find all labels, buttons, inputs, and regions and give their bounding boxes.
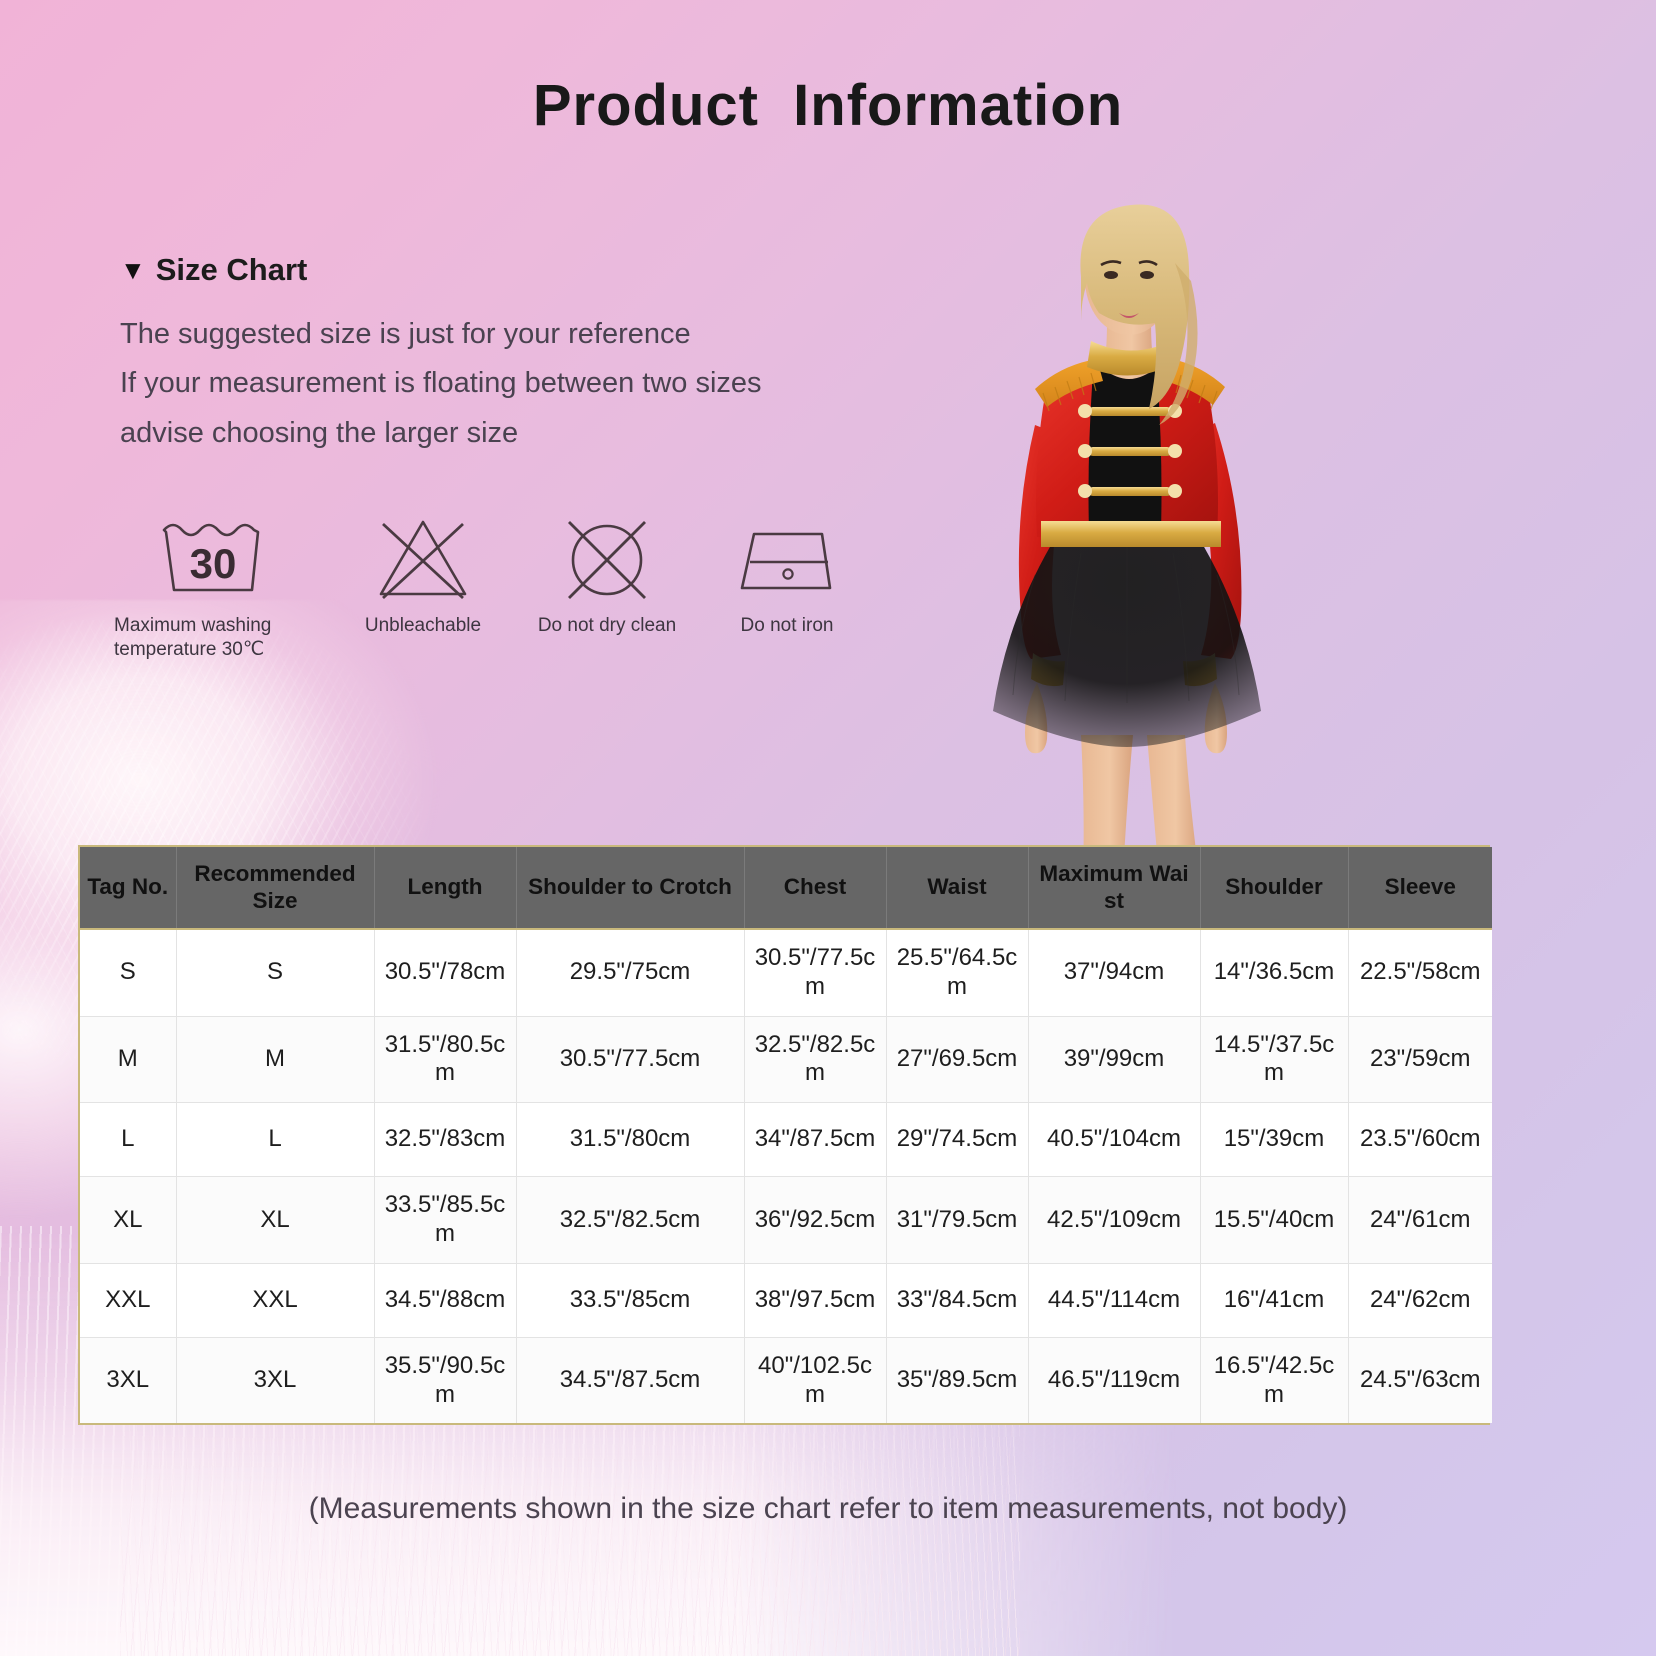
cell-recommended-size: XXL	[176, 1263, 375, 1338]
product-model-image	[885, 175, 1365, 875]
column-header-length: Length	[374, 847, 517, 931]
cell-sleeve: 24.5"/63cm	[1348, 1337, 1492, 1424]
column-header-recommended-size: Recommended Size	[176, 847, 375, 931]
column-header-chest: Chest	[744, 847, 887, 931]
cell-maximum-waist: 37"/94cm	[1028, 929, 1201, 1017]
cell-waist: 29"/74.5cm	[886, 1102, 1029, 1178]
cell-shoulder: 16.5"/42.5cm	[1200, 1337, 1349, 1424]
cell-shoulder: 15.5"/40cm	[1200, 1176, 1349, 1264]
cell-recommended-size: S	[176, 929, 375, 1017]
size-chart-note-2: If your measurement is floating between …	[120, 367, 762, 400]
table-row: XL XL 33.5"/85.5cm 32.5"/82.5cm 36"/92.5…	[80, 1176, 1492, 1264]
cell-waist: 35"/89.5cm	[886, 1337, 1029, 1424]
cell-chest: 32.5"/82.5cm	[744, 1016, 887, 1104]
cell-recommended-size: M	[176, 1016, 375, 1104]
cell-shoulder: 14.5"/37.5cm	[1200, 1016, 1349, 1104]
cell-sleeve: 22.5"/58cm	[1348, 929, 1492, 1017]
cell-chest: 34"/87.5cm	[744, 1102, 887, 1178]
column-header-shoulder-to-crotch: Shoulder to Crotch	[516, 847, 745, 931]
no-iron-icon	[732, 508, 842, 604]
cell-tag-no: L	[80, 1102, 177, 1178]
care-symbol-max-wash-temp: 30 Maximum washing temperature 30℃	[114, 508, 306, 662]
no-dry-clean-circle-icon	[555, 508, 659, 604]
cell-length: 35.5"/90.5cm	[374, 1337, 517, 1424]
table-header-row: Tag No. Recommended Size Length Shoulder…	[80, 847, 1492, 931]
cell-sleeve: 23.5"/60cm	[1348, 1102, 1492, 1178]
cell-shoulder-to-crotch: 32.5"/82.5cm	[516, 1176, 745, 1264]
measurements-footnote: (Measurements shown in the size chart re…	[308, 1492, 1348, 1525]
care-symbol-label: Do not iron	[740, 615, 834, 636]
chevron-down-icon[interactable]: ▼	[120, 257, 146, 283]
cell-shoulder-to-crotch: 29.5"/75cm	[516, 929, 745, 1017]
cell-shoulder-to-crotch: 33.5"/85cm	[516, 1263, 745, 1338]
cell-shoulder: 16"/41cm	[1200, 1263, 1349, 1338]
size-chart-heading[interactable]: ▼ Size Chart	[120, 252, 880, 288]
cell-tag-no: XL	[80, 1176, 177, 1264]
cell-waist: 25.5"/64.5cm	[886, 929, 1029, 1017]
cell-maximum-waist: 46.5"/119cm	[1028, 1337, 1201, 1424]
cell-maximum-waist: 39"/99cm	[1028, 1016, 1201, 1104]
table-body: S S 30.5"/78cm 29.5"/75cm 30.5"/77.5cm 2…	[80, 929, 1492, 1424]
table-row: XXL XXL 34.5"/88cm 33.5"/85cm 38"/97.5cm…	[80, 1263, 1492, 1338]
cell-length: 30.5"/78cm	[374, 929, 517, 1017]
cell-length: 33.5"/85.5cm	[374, 1176, 517, 1264]
size-chart-table-container: Tag No. Recommended Size Length Shoulder…	[78, 845, 1492, 1426]
column-header-sleeve: Sleeve	[1348, 847, 1492, 931]
cell-chest: 30.5"/77.5cm	[744, 929, 887, 1017]
column-header-maximum-waist: Maximum Wai st	[1028, 847, 1201, 931]
cell-chest: 36"/92.5cm	[744, 1176, 887, 1264]
column-header-waist: Waist	[886, 847, 1029, 931]
table-row: L L 32.5"/83cm 31.5"/80cm 34"/87.5cm 29"…	[80, 1102, 1492, 1178]
cell-recommended-size: 3XL	[176, 1337, 375, 1424]
cell-maximum-waist: 42.5"/109cm	[1028, 1176, 1201, 1264]
column-header-shoulder: Shoulder	[1200, 847, 1349, 931]
cell-shoulder-to-crotch: 31.5"/80cm	[516, 1102, 745, 1178]
care-symbol-label: Unbleachable	[364, 615, 482, 636]
cell-tag-no: XXL	[80, 1263, 177, 1338]
svg-text:30: 30	[190, 540, 237, 587]
page-title: Product Information	[532, 73, 1124, 138]
care-symbol-no-iron: Do not iron	[708, 508, 866, 638]
cell-shoulder-to-crotch: 34.5"/87.5cm	[516, 1337, 745, 1424]
cell-length: 32.5"/83cm	[374, 1102, 517, 1178]
cell-tag-no: 3XL	[80, 1337, 177, 1424]
cell-maximum-waist: 40.5"/104cm	[1028, 1102, 1201, 1178]
column-header-tag-no: Tag No.	[80, 847, 177, 931]
table-row: M M 31.5"/80.5cm 30.5"/77.5cm 32.5"/82.5…	[80, 1016, 1492, 1104]
cell-waist: 31"/79.5cm	[886, 1176, 1029, 1264]
cell-chest: 40"/102.5cm	[744, 1337, 887, 1424]
cell-length: 34.5"/88cm	[374, 1263, 517, 1338]
no-bleach-triangle-icon	[371, 508, 475, 604]
cell-length: 31.5"/80.5cm	[374, 1016, 517, 1104]
cell-recommended-size: L	[176, 1102, 375, 1178]
table-row: 3XL 3XL 35.5"/90.5cm 34.5"/87.5cm 40"/10…	[80, 1337, 1492, 1424]
cell-recommended-size: XL	[176, 1176, 375, 1264]
size-chart-section: ▼ Size Chart The suggested size is just …	[120, 252, 880, 458]
table-row: S S 30.5"/78cm 29.5"/75cm 30.5"/77.5cm 2…	[80, 929, 1492, 1017]
care-symbol-no-dry-clean: Do not dry clean	[528, 508, 686, 638]
cell-shoulder-to-crotch: 30.5"/77.5cm	[516, 1016, 745, 1104]
cell-tag-no: S	[80, 929, 177, 1017]
care-symbol-label: Do not dry clean	[537, 615, 677, 636]
care-symbol-label: Maximum washing temperature 30℃	[114, 615, 272, 660]
cell-chest: 38"/97.5cm	[744, 1263, 887, 1338]
cell-sleeve: 24"/62cm	[1348, 1263, 1492, 1338]
wash-tub-30-icon: 30	[154, 508, 272, 604]
size-chart-note-3: advise choosing the larger size	[120, 416, 519, 449]
cell-waist: 27"/69.5cm	[886, 1016, 1029, 1104]
cell-shoulder: 14"/36.5cm	[1200, 929, 1349, 1017]
care-symbols-row: 30 Maximum washing temperature 30℃ Unble…	[114, 508, 866, 662]
cell-tag-no: M	[80, 1016, 177, 1104]
cell-waist: 33"/84.5cm	[886, 1263, 1029, 1338]
cell-sleeve: 23"/59cm	[1348, 1016, 1492, 1104]
size-chart-heading-label: Size Chart	[155, 252, 308, 287]
size-chart-note-1: The suggested size is just for your refe…	[120, 318, 691, 350]
cell-shoulder: 15"/39cm	[1200, 1102, 1349, 1178]
cell-sleeve: 24"/61cm	[1348, 1176, 1492, 1264]
cell-maximum-waist: 44.5"/114cm	[1028, 1263, 1201, 1338]
size-chart-table: Tag No. Recommended Size Length Shoulder…	[80, 847, 1492, 1424]
care-symbol-no-bleach: Unbleachable	[344, 508, 502, 638]
